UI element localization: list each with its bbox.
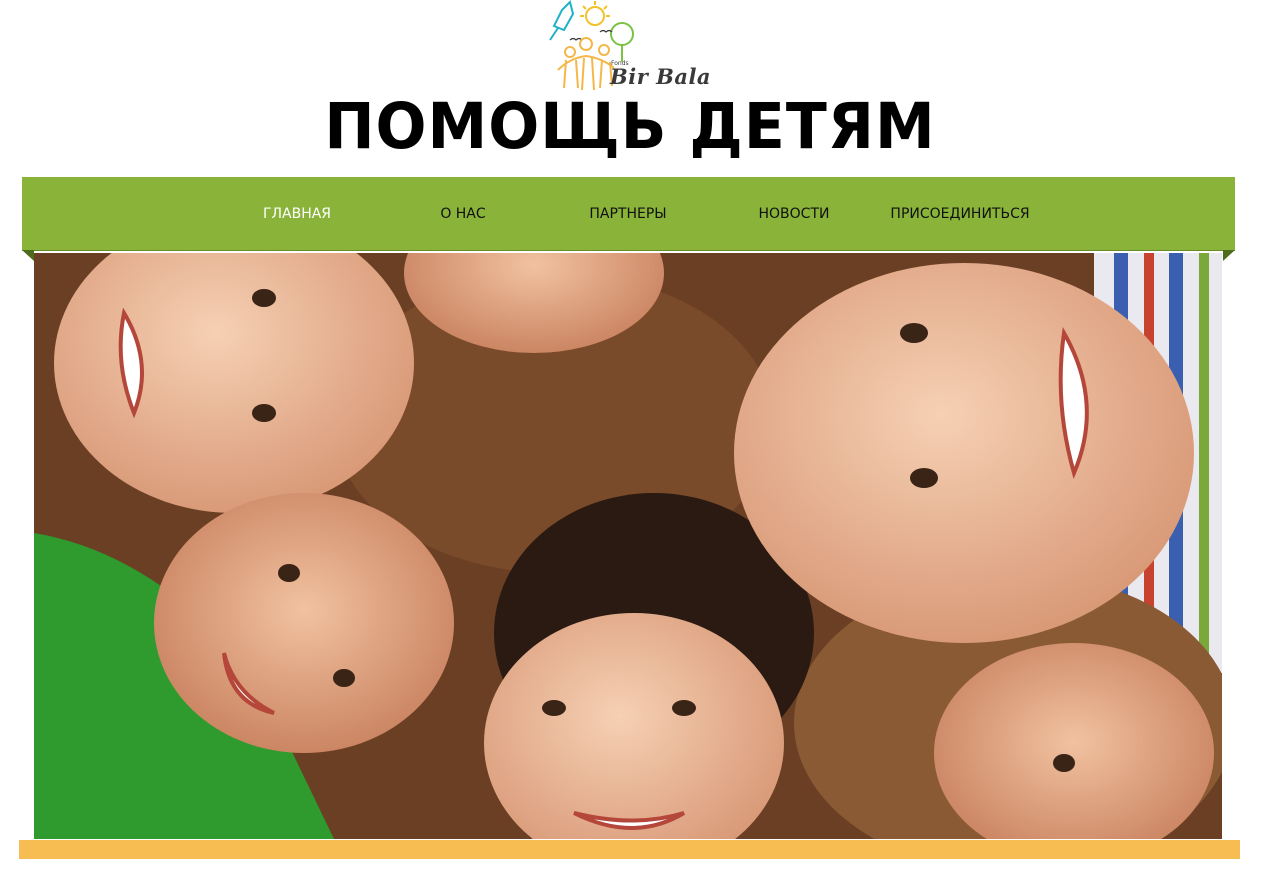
footer-accent-bar xyxy=(19,840,1240,859)
nav-item-home[interactable]: ГЛАВНАЯ xyxy=(244,205,350,223)
nav-item-join[interactable]: ПРИСОЕДИНИТЬСЯ xyxy=(880,205,1040,223)
group-of-smiling-children-photo xyxy=(34,253,1222,839)
page-title: ПОМОЩЬ ДЕТЯМ xyxy=(324,90,936,164)
nav-item-partners[interactable]: ПАРТНЕРЫ xyxy=(570,205,686,223)
nav-ribbon-fold-left xyxy=(22,250,34,261)
hero-image xyxy=(34,253,1222,839)
nav-item-about[interactable]: О НАС xyxy=(424,205,502,223)
nav-item-news[interactable]: НОВОСТИ xyxy=(744,205,844,223)
nav-ribbon-fold-right xyxy=(1223,250,1235,261)
logo-brand-name: Bir Bala xyxy=(610,64,712,89)
